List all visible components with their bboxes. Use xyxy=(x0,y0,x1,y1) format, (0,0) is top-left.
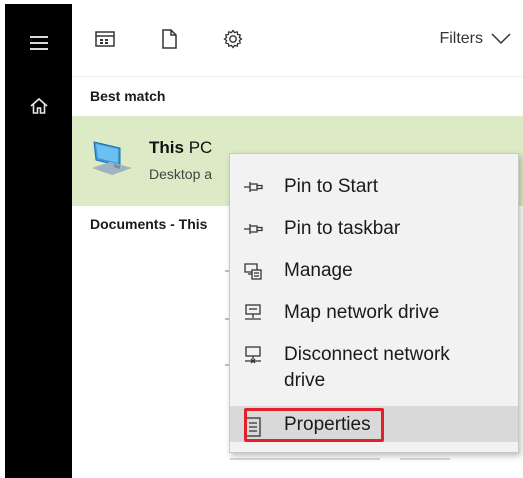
left-sidebar xyxy=(5,4,72,478)
obscured-result xyxy=(230,458,380,460)
obscured-result xyxy=(400,458,450,460)
menu-item-manage[interactable]: Manage xyxy=(230,258,518,284)
disconnect-network-drive-icon xyxy=(245,346,261,364)
properties-highlight-box xyxy=(244,408,384,442)
filters-label: Filters xyxy=(439,30,483,47)
menu-item-pin-to-start[interactable]: Pin to Start xyxy=(230,174,518,200)
menu-item-disconnect-network-drive[interactable]: Disconnect network drive xyxy=(230,342,518,394)
documents-heading: Documents - This xyxy=(90,216,208,232)
chevron-down-icon xyxy=(491,33,511,45)
map-network-drive-icon xyxy=(245,304,261,320)
filters-dropdown[interactable]: Filters xyxy=(439,30,511,48)
best-match-heading: Best match xyxy=(90,88,166,104)
this-pc-title: This PC xyxy=(149,138,213,157)
documents-filter-icon[interactable] xyxy=(158,28,180,50)
pin-icon xyxy=(244,224,263,234)
menu-item-pin-to-taskbar[interactable]: Pin to taskbar xyxy=(230,216,518,242)
this-pc-subtitle: Desktop a xyxy=(149,166,213,182)
menu-item-map-network-drive[interactable]: Map network drive xyxy=(230,300,518,326)
settings-filter-icon[interactable] xyxy=(222,28,244,50)
search-toolbar: Filters xyxy=(72,4,523,77)
this-pc-icon xyxy=(92,141,132,175)
manage-icon xyxy=(244,263,262,280)
apps-filter-icon[interactable] xyxy=(94,28,116,50)
hamburger-menu-icon[interactable] xyxy=(30,36,48,50)
pin-icon xyxy=(244,182,263,192)
home-icon[interactable] xyxy=(29,96,49,116)
